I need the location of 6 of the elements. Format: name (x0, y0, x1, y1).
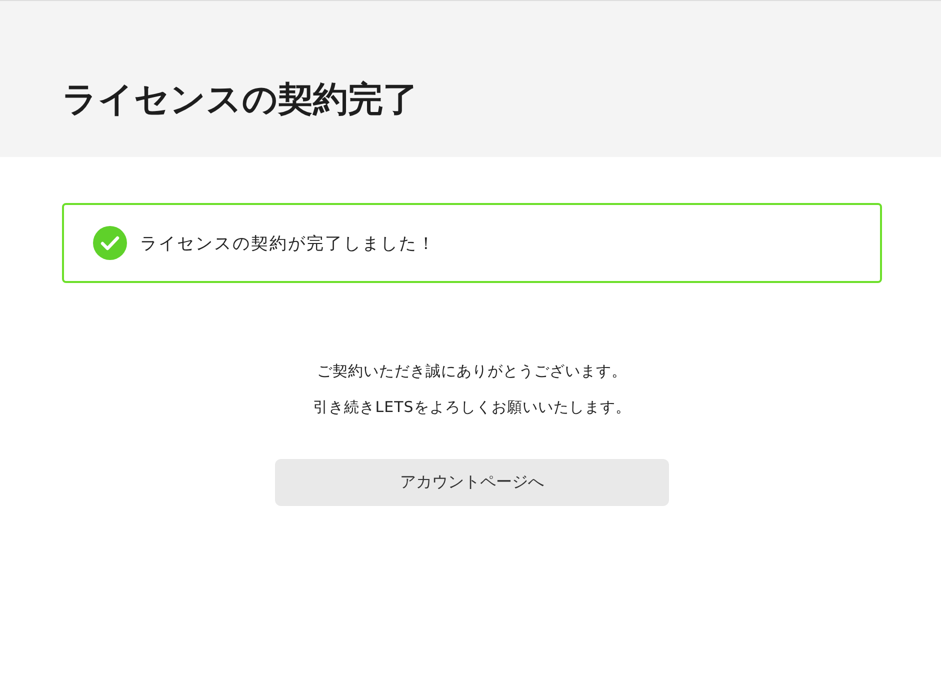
page-title: ライセンスの契約完了 (62, 78, 418, 122)
thank-you-text: ご契約いただき誠にありがとうございます。 (316, 361, 628, 381)
check-circle-icon (93, 226, 127, 260)
account-page-button[interactable]: アカウントページへ (275, 459, 669, 506)
thank-you-text: 引き続きLETSをよろしくお願いいたします。 (312, 397, 632, 417)
success-message: ライセンスの契約が完了しました！ (140, 232, 436, 254)
